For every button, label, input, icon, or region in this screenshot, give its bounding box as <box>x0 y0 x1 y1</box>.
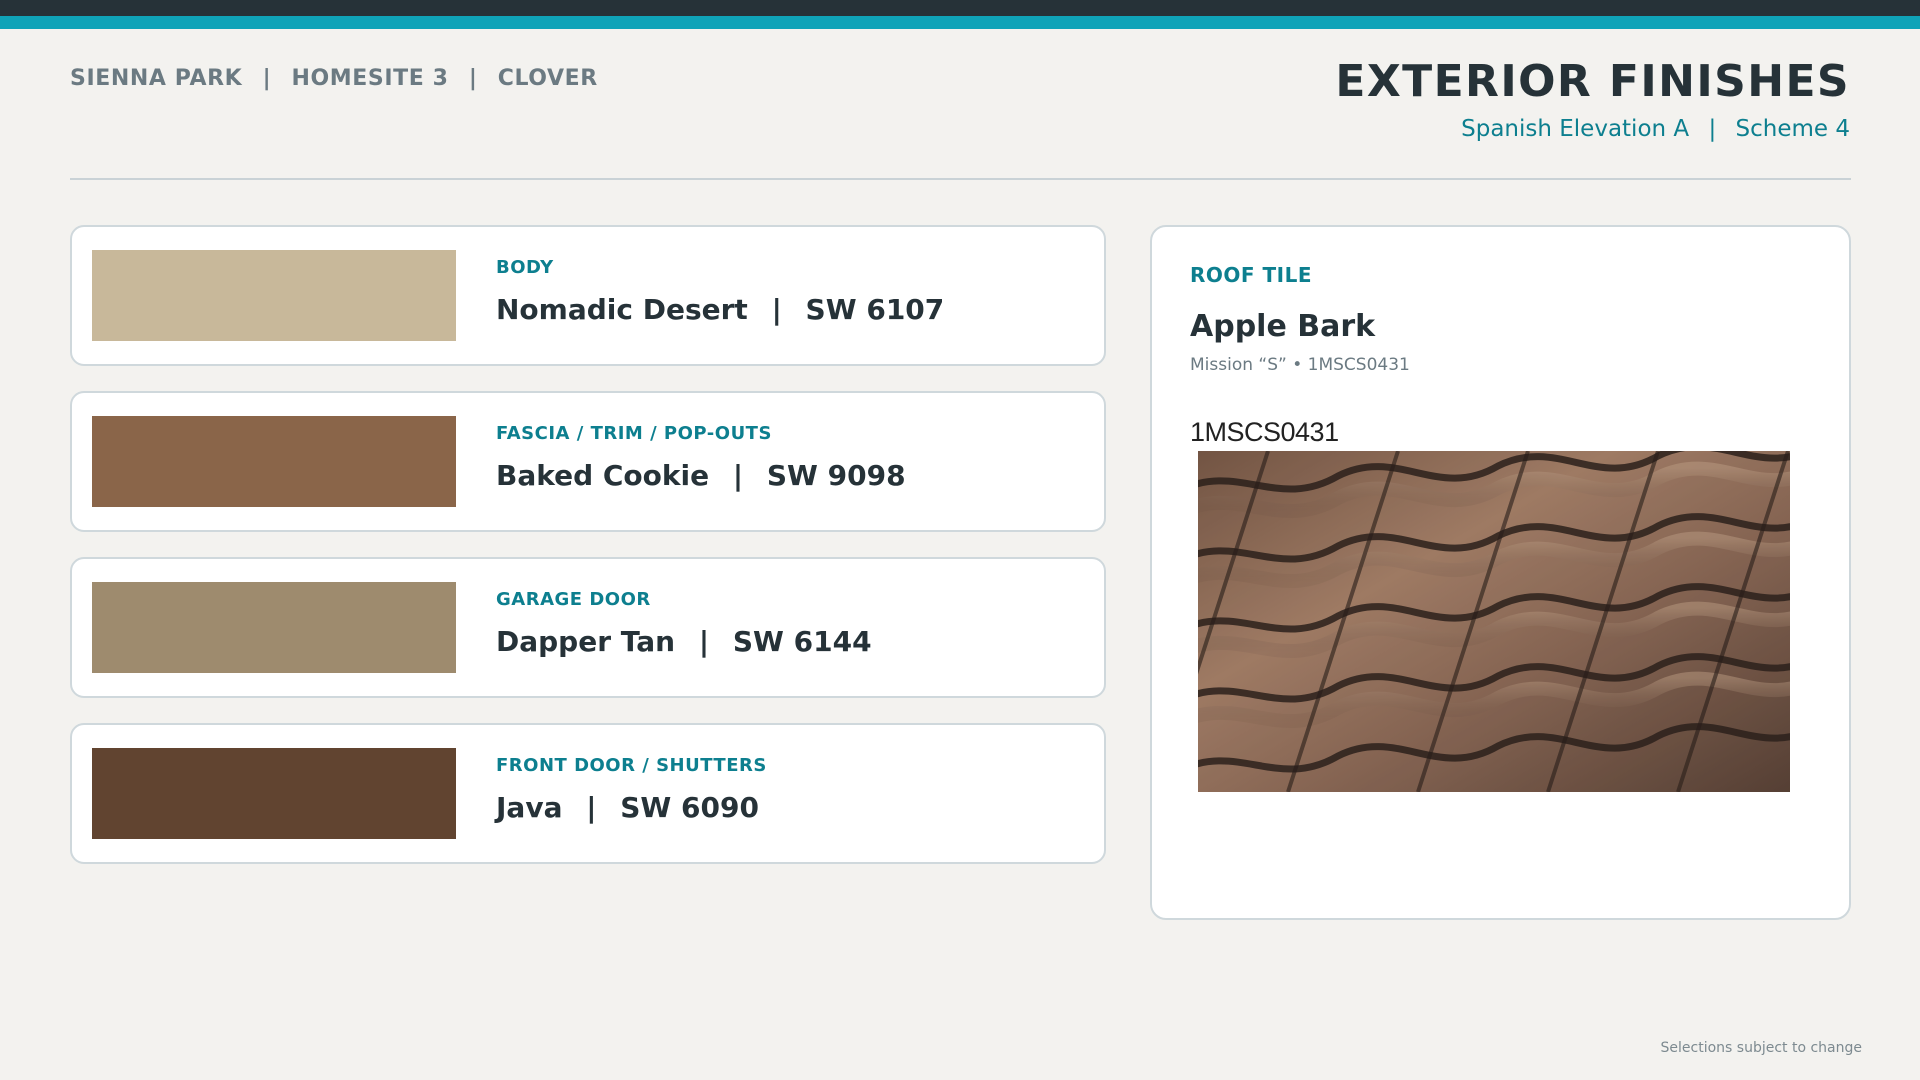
value-separator: | <box>586 791 597 824</box>
breadcrumb-community: SIENNA PARK <box>70 66 243 91</box>
paint-color-name: Baked Cookie <box>496 459 710 492</box>
paint-card-garage-door: GARAGE DOOR Dapper Tan | SW 6144 <box>70 557 1106 698</box>
paint-value: Java | SW 6090 <box>496 791 759 824</box>
header-divider <box>70 178 1851 180</box>
subtitle-separator: | <box>1708 116 1717 142</box>
value-separator: | <box>698 625 710 658</box>
paint-card-fascia-trim: FASCIA / TRIM / POP-OUTS Baked Cookie | … <box>70 391 1106 532</box>
top-band-dark <box>0 0 1920 16</box>
page-title: EXTERIOR FINISHES <box>1335 56 1850 107</box>
paint-color-name: Java <box>496 791 563 824</box>
paint-code: SW 9098 <box>766 459 906 492</box>
subtitle-scheme: Scheme 4 <box>1735 116 1850 142</box>
roof-tile-photo <box>1198 451 1790 792</box>
paint-color-name: Nomadic Desert <box>496 293 748 326</box>
roof-name: Apple Bark <box>1190 309 1376 344</box>
breadcrumb-separator: | <box>262 66 272 91</box>
paint-swatch <box>92 250 456 341</box>
top-band-accent <box>0 16 1920 29</box>
roof-photo-caption: 1MSCS0431 <box>1190 417 1339 447</box>
paint-code: SW 6144 <box>732 625 872 658</box>
paint-code: SW 6107 <box>805 293 945 326</box>
paint-label: FRONT DOOR / SHUTTERS <box>496 755 767 776</box>
paint-card-front-door: FRONT DOOR / SHUTTERS Java | SW 6090 <box>70 723 1106 864</box>
roof-tile-card: ROOF TILE Apple Bark Mission “S” • 1MSCS… <box>1150 225 1851 920</box>
paint-swatch <box>92 416 456 507</box>
paint-label: FASCIA / TRIM / POP-OUTS <box>496 423 772 444</box>
footer-note: Selections subject to change <box>1660 1040 1862 1056</box>
paint-color-name: Dapper Tan <box>496 625 676 658</box>
paint-swatch <box>92 582 456 673</box>
paint-label: GARAGE DOOR <box>496 589 651 610</box>
paint-card-body: BODY Nomadic Desert | SW 6107 <box>70 225 1106 366</box>
page-subtitle: Spanish Elevation A | Scheme 4 <box>1461 116 1850 142</box>
paint-value: Nomadic Desert | SW 6107 <box>496 293 944 326</box>
roof-label: ROOF TILE <box>1190 263 1313 287</box>
breadcrumb-separator: | <box>468 66 478 91</box>
paint-code: SW 6090 <box>620 791 759 824</box>
value-separator: | <box>771 293 782 326</box>
subtitle-elevation: Spanish Elevation A <box>1461 116 1690 142</box>
paint-value: Dapper Tan | SW 6144 <box>496 625 872 658</box>
paint-label: BODY <box>496 257 554 278</box>
paint-value: Baked Cookie | SW 9098 <box>496 459 906 492</box>
paint-swatch <box>92 748 456 839</box>
breadcrumb: SIENNA PARK | HOMESITE 3 | CLOVER <box>70 66 598 91</box>
breadcrumb-homesite: HOMESITE 3 <box>291 66 449 91</box>
value-separator: | <box>732 459 744 492</box>
roof-detail: Mission “S” • 1MSCS0431 <box>1190 355 1410 375</box>
breadcrumb-plan: CLOVER <box>497 66 598 91</box>
